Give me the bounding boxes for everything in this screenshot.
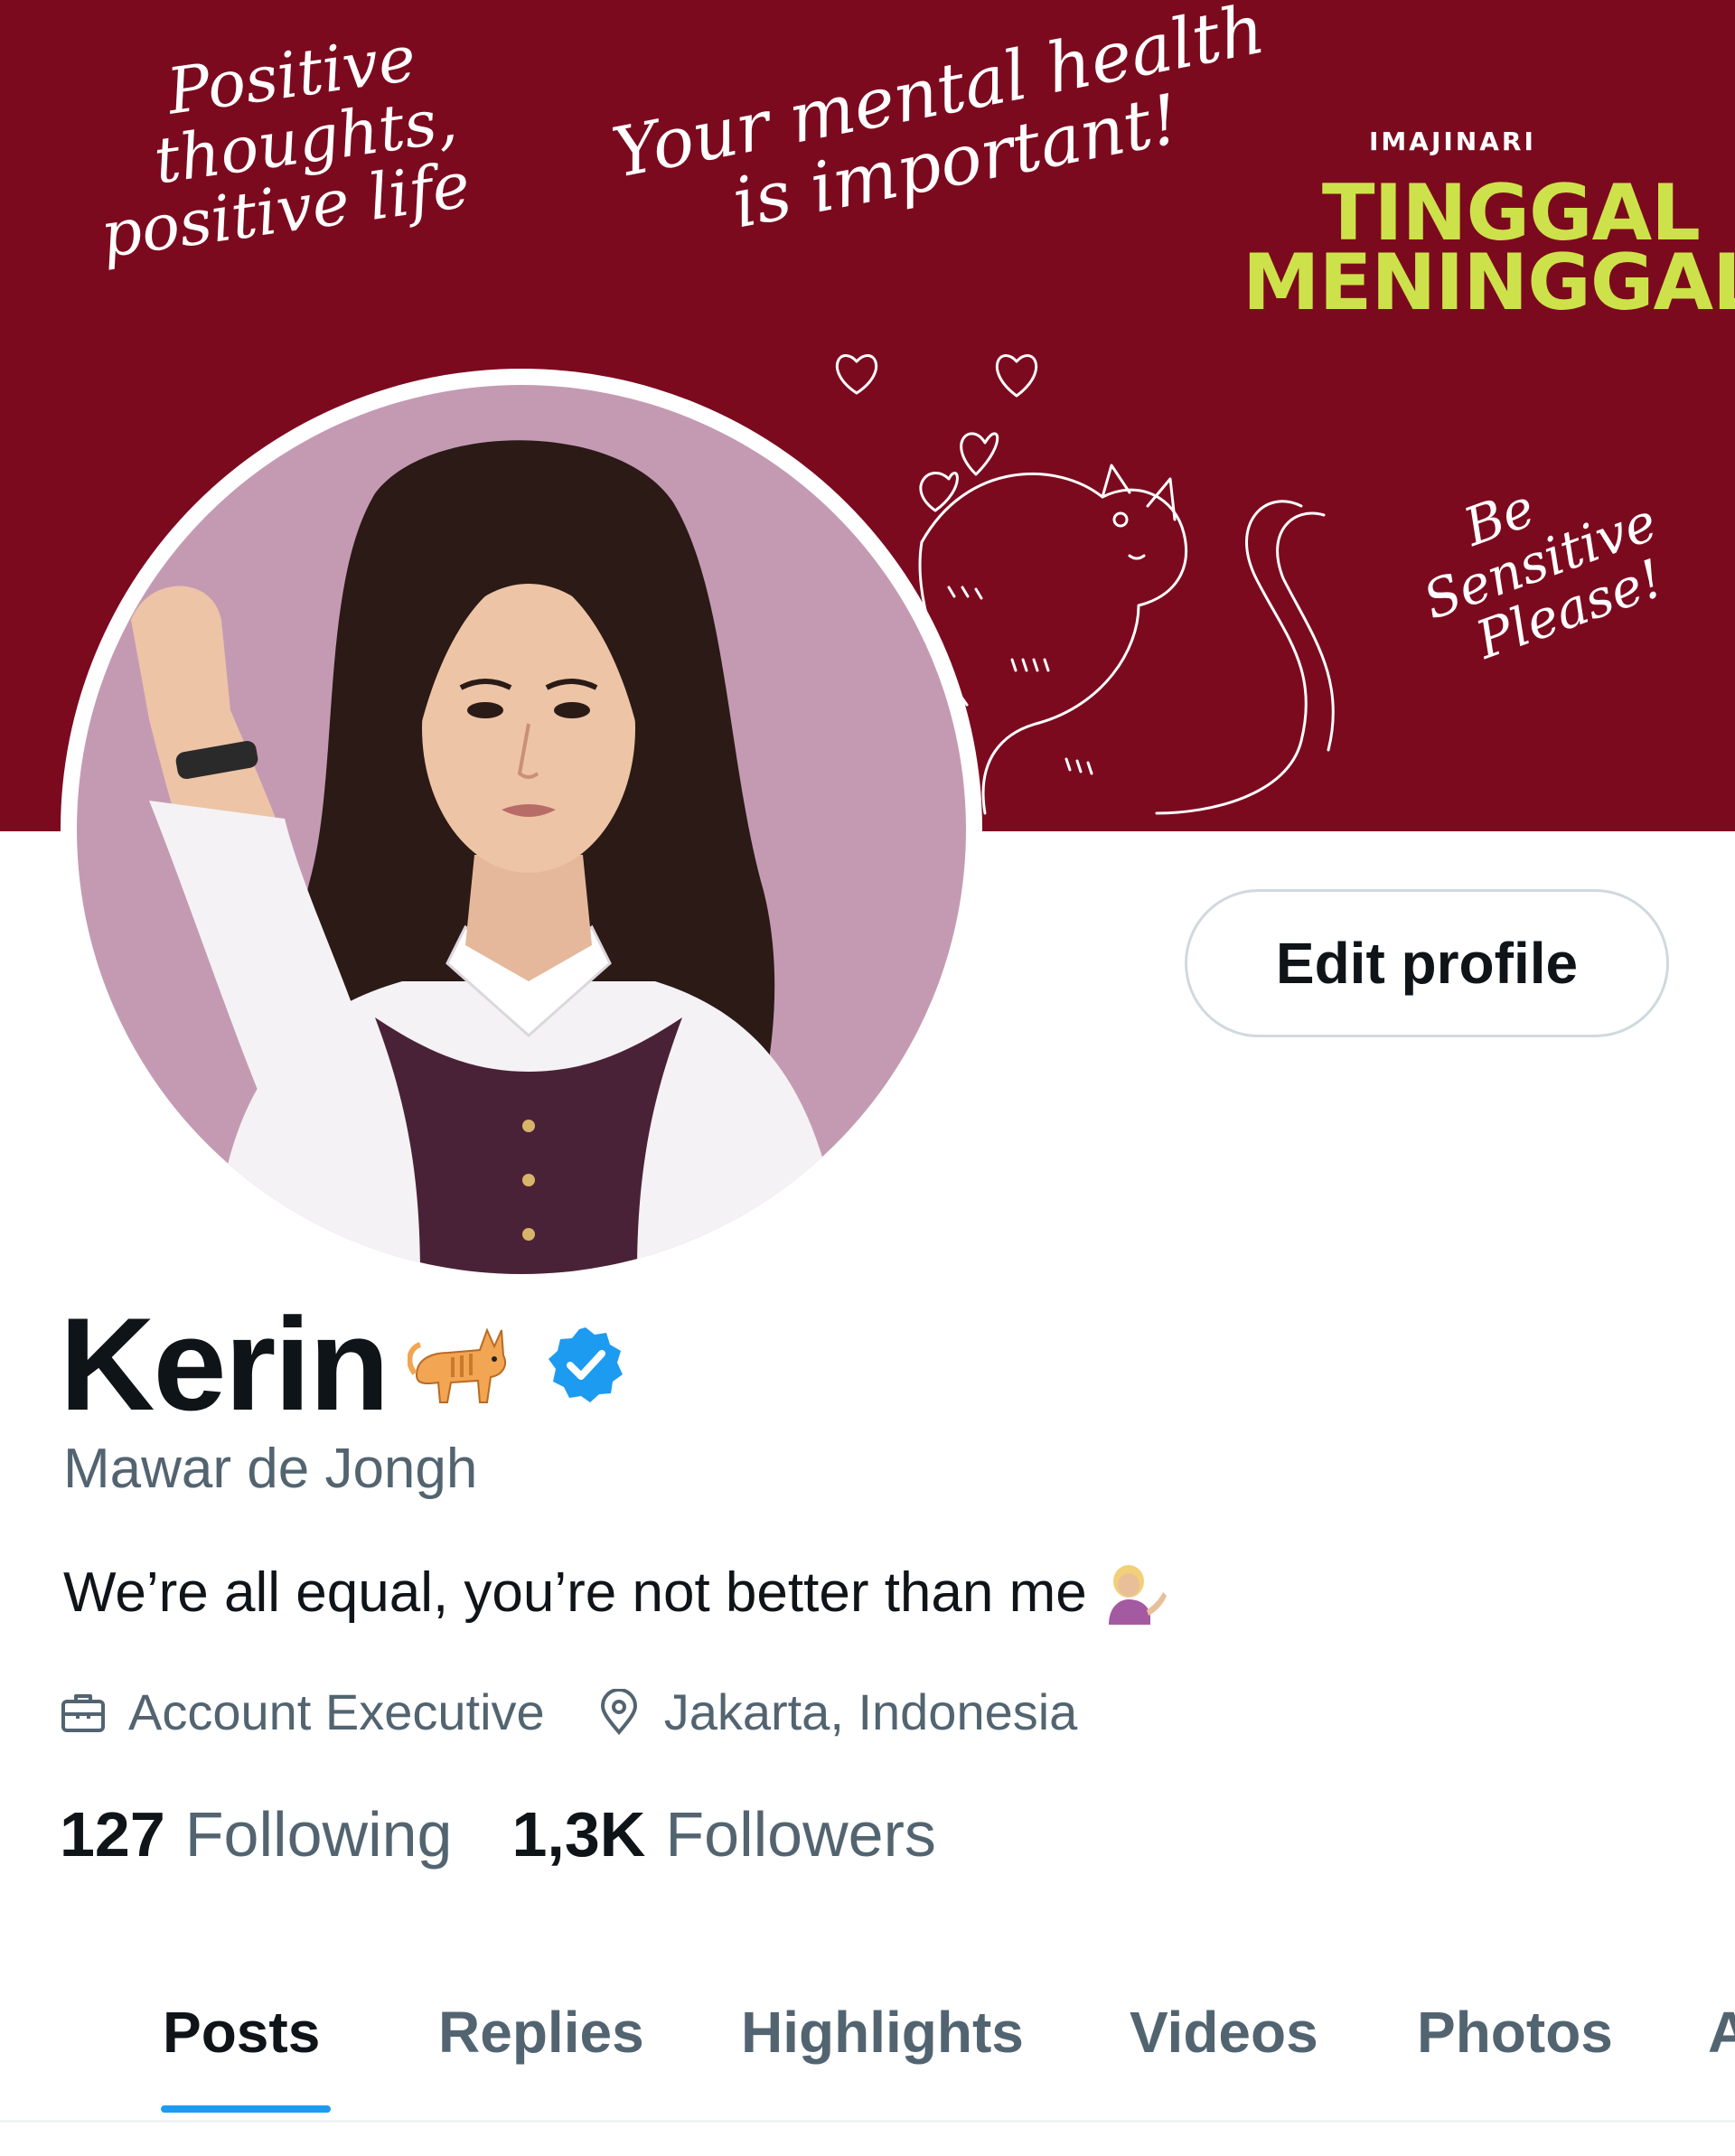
follow-stats: 127 Following 1,3K Followers (60, 1798, 936, 1870)
tab-highlights[interactable]: Highlights (741, 1999, 1024, 2066)
location-text: Jakarta, Indonesia (663, 1683, 1078, 1740)
edit-profile-button[interactable]: Edit profile (1185, 889, 1669, 1037)
verified-badge-icon[interactable] (545, 1324, 626, 1405)
person-tipping-hand-emoji-icon (1108, 1565, 1167, 1625)
followers-label: Followers (665, 1799, 936, 1870)
following-label: Following (184, 1799, 453, 1870)
tab-videos[interactable]: Videos (1130, 1999, 1318, 2066)
tab-photos[interactable]: Photos (1417, 1999, 1613, 2066)
banner-quote-sensitive: Be Sensitive Please! (1415, 476, 1671, 671)
avatar-photo (77, 385, 966, 1274)
followers-count: 1,3K (511, 1799, 646, 1870)
tab-posts[interactable]: Posts (163, 1999, 320, 2066)
location-item: Jakarta, Indonesia (596, 1683, 1078, 1741)
bio-text: We’re all equal, you’re not better than … (63, 1561, 1087, 1624)
followers-link[interactable]: 1,3K Followers (512, 1798, 936, 1870)
banner-quote-mental-health: Your mental health is important! (605, 0, 1271, 244)
profile-avatar[interactable] (61, 369, 982, 1290)
banner-quote-positive: Positive thoughts, positive life (96, 21, 474, 273)
occupation-text: Account Executive (128, 1683, 545, 1740)
tab-replies[interactable]: Replies (438, 1999, 644, 2066)
active-tab-indicator (161, 2105, 331, 2113)
location-pin-icon (600, 1688, 637, 1735)
movie-title-logo: TINGGAL MENINGGAL (1243, 168, 1735, 329)
occupation-item: Account Executive (60, 1683, 545, 1741)
profile-name-row: Kerin (60, 1290, 626, 1438)
following-link[interactable]: 127 Following (60, 1798, 453, 1870)
briefcase-icon (61, 1693, 105, 1732)
tab-articles[interactable]: A (1708, 1999, 1735, 2066)
tabs-divider (0, 2120, 1735, 2123)
studio-logo: IMAJINARI (1369, 127, 1536, 156)
profile-handle: Mawar de Jongh (63, 1438, 478, 1500)
following-count: 127 (60, 1799, 165, 1870)
display-name: Kerin (60, 1290, 389, 1438)
profile-meta: Account Executive Jakarta, Indonesia (60, 1683, 1077, 1741)
cat-emoji-icon (408, 1327, 507, 1403)
profile-tabs: Posts Replies Highlights Videos Photos A (0, 1970, 1735, 2123)
profile-bio: We’re all equal, you’re not better than … (63, 1560, 1167, 1625)
avatar-portrait-illustration (131, 440, 845, 1274)
